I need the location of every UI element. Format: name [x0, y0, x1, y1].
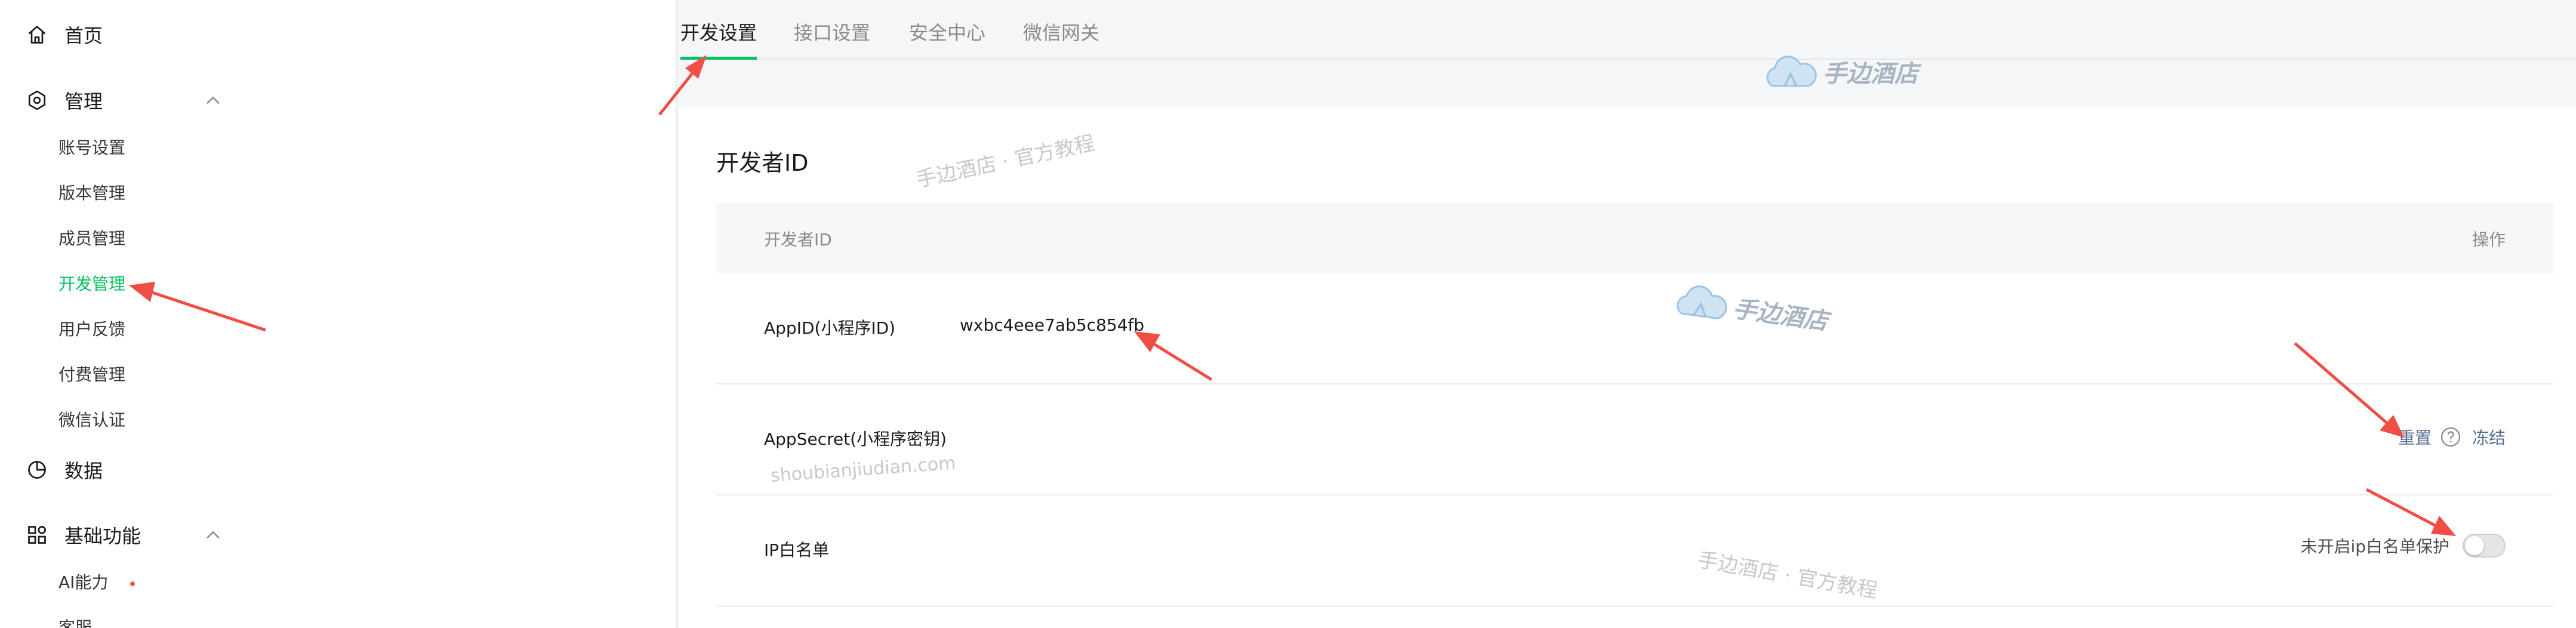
sidebar-item-dev-management[interactable]: 开发管理 [58, 271, 125, 297]
sidebar-item-wechat-verification[interactable]: 微信认证 [58, 407, 125, 433]
table-row-ip-whitelist: IP白名单 未开启ip白名单保护 [716, 495, 2553, 607]
table-header: 开发者ID 操作 [716, 203, 2553, 273]
sidebar-item-customer-service[interactable]: 客服 [58, 615, 92, 628]
appid-value: wxbc4eee7ab5c854fb [960, 315, 1145, 335]
reset-secret-link[interactable]: 重置 [2398, 425, 2432, 449]
freeze-secret-link[interactable]: 冻结 [2472, 425, 2506, 449]
tab-wechat-gateway[interactable]: 微信网关 [1023, 18, 1099, 48]
tab-active-underline [680, 57, 757, 60]
toggle-knob [2465, 536, 2484, 555]
sidebar-item-member-management[interactable]: 成员管理 [58, 226, 125, 252]
card-title: 开发者ID [716, 150, 809, 176]
sidebar-item-payment-management[interactable]: 付费管理 [58, 362, 125, 388]
appid-label: AppID(小程序ID) [764, 318, 896, 338]
sidebar-item-user-feedback[interactable]: 用户反馈 [58, 316, 125, 343]
table-row-appid: AppID(小程序ID) wxbc4eee7ab5c854fb [716, 273, 2553, 384]
home-icon [26, 24, 48, 45]
developer-id-card: 开发者ID 开发者ID 操作 AppID(小程序ID) wxbc4eee7ab5… [679, 107, 2576, 628]
sidebar-item-data[interactable]: 数据 [26, 452, 103, 488]
tab-label: 开发设置 [680, 21, 757, 44]
tab-dev-settings[interactable]: 开发设置 [680, 18, 757, 60]
pie-chart-icon [26, 459, 48, 481]
ip-whitelist-status: 未开启ip白名单保护 [2300, 537, 2449, 556]
ip-whitelist-actions: 未开启ip白名单保护 [2300, 534, 2506, 558]
column-header-ops: 操作 [2472, 230, 2506, 250]
table-row-appsecret: AppSecret(小程序密钥) 重置 冻结 [716, 384, 2553, 495]
tab-api-settings[interactable]: 接口设置 [794, 18, 870, 48]
main-content: 开发设置 接口设置 安全中心 微信网关 开发者ID 开发者ID 操作 AppID… [679, 0, 2576, 628]
appsecret-label: AppSecret(小程序密钥) [764, 429, 947, 449]
ip-whitelist-label: IP白名单 [764, 540, 830, 560]
new-badge-dot [130, 581, 135, 586]
sidebar-group-label: 管理 [64, 90, 103, 113]
tab-bar: 开发设置 接口设置 安全中心 微信网关 [679, 0, 2576, 60]
sidebar-group-basic[interactable]: 基础功能 [26, 517, 141, 553]
sidebar-item-version-management[interactable]: 版本管理 [58, 180, 125, 207]
settings-icon [26, 90, 48, 111]
sidebar-item-ai-ability[interactable]: AI能力 [58, 569, 108, 596]
help-icon[interactable] [2440, 426, 2461, 448]
sidebar-group-label: 基础功能 [64, 525, 141, 547]
column-header-name: 开发者ID [764, 230, 832, 250]
grid-icon [26, 524, 48, 546]
sidebar-group-manage[interactable]: 管理 [26, 82, 103, 118]
sidebar-item-home[interactable]: 首页 [26, 17, 103, 53]
sidebar-item-label: 首页 [64, 24, 103, 47]
ip-whitelist-toggle[interactable] [2463, 534, 2506, 558]
sidebar-item-account-settings[interactable]: 账号设置 [58, 135, 125, 161]
chevron-up-icon[interactable] [203, 91, 223, 111]
sidebar: 首页 管理 账号设置 版本管理 成员管理 开发管理 用户反馈 付费管理 微信认证… [0, 0, 677, 628]
sidebar-item-label: 数据 [64, 460, 103, 482]
chevron-up-icon[interactable] [203, 525, 223, 546]
tab-security-center[interactable]: 安全中心 [909, 18, 985, 48]
appsecret-actions: 重置 冻结 [2398, 425, 2506, 449]
